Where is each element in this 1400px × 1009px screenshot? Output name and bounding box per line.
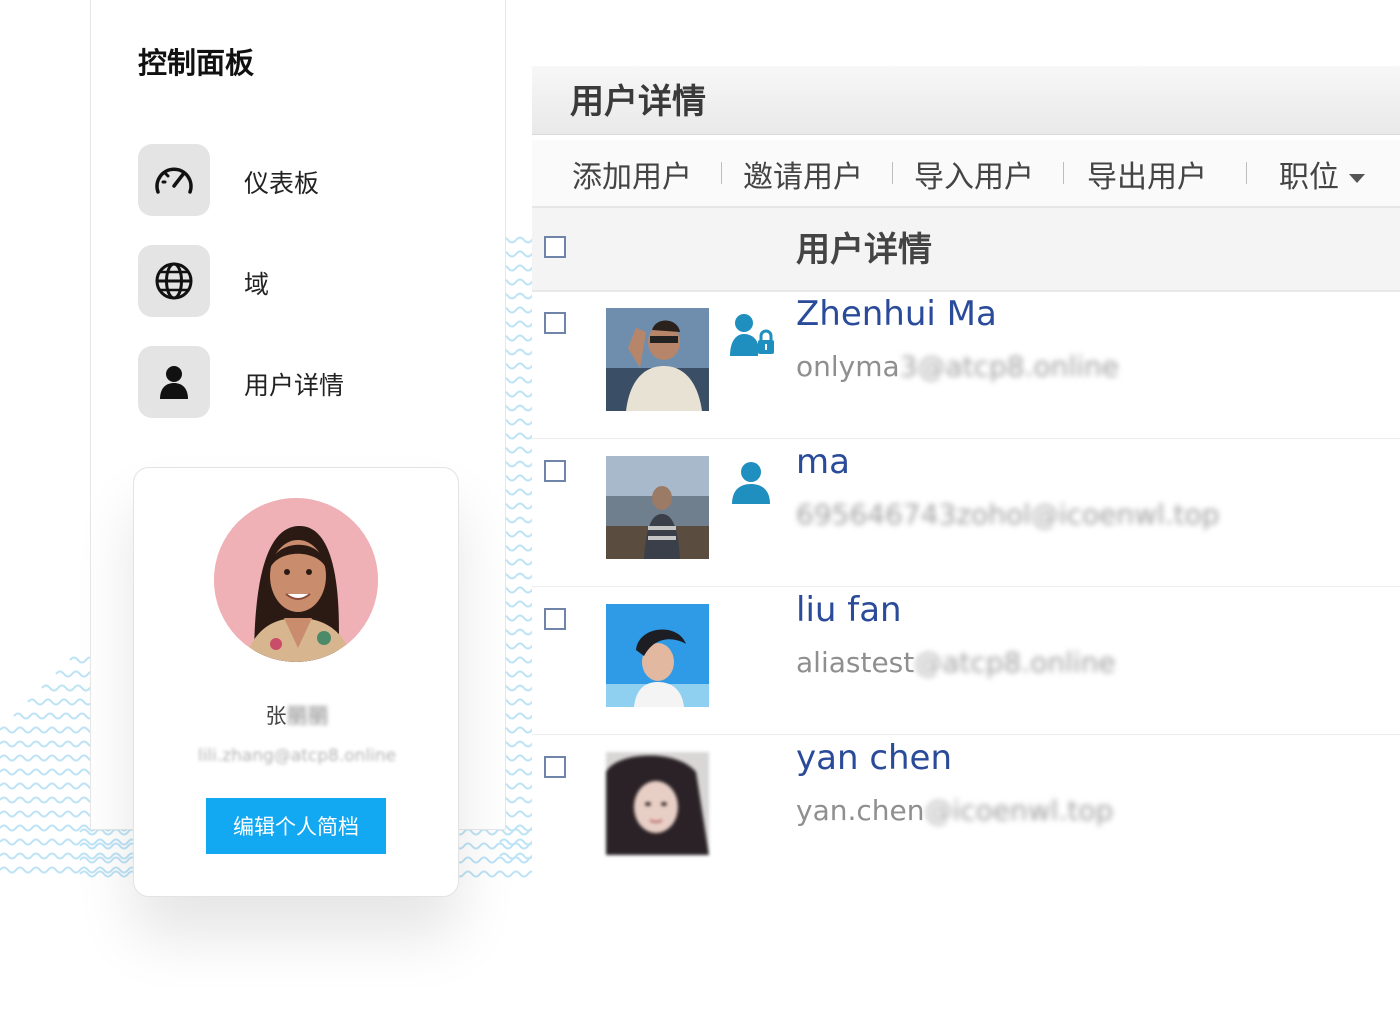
invite-user-button[interactable]: 邀请用户 [743, 152, 863, 196]
edit-profile-button[interactable]: 编辑个人简档 [206, 798, 386, 854]
sidebar-item-domain[interactable]: 域 [138, 245, 478, 317]
table-header-label: 用户详情 [796, 230, 932, 270]
globe-icon [138, 245, 210, 317]
table-row: liu fan aliastest@atcp8.online [532, 586, 1400, 735]
user-icon [138, 346, 210, 418]
sidebar-item-label: 仪表板 [244, 169, 320, 198]
sidebar-item-label: 域 [244, 270, 270, 299]
sidebar-item-user-details[interactable]: 用户详情 [138, 346, 478, 418]
user-details-panel: 用户详情 添加用户 邀请用户 导入用户 导出用户 职位 用户详情 Zhenhui… [532, 66, 1400, 1009]
row-checkbox[interactable] [544, 312, 566, 334]
user-email: onlyma3@atcp8.online [796, 350, 1119, 383]
position-dropdown[interactable]: 职位 [1279, 152, 1365, 196]
panel-header: 用户详情 [532, 66, 1400, 135]
user-name-link[interactable]: yan chen [796, 738, 952, 778]
row-checkbox[interactable] [544, 756, 566, 778]
sidebar-item-dashboard[interactable]: 仪表板 [138, 144, 478, 216]
position-dropdown-label: 职位 [1279, 160, 1339, 195]
row-checkbox[interactable] [544, 608, 566, 630]
user-icon [728, 460, 778, 506]
chevron-down-icon [1349, 174, 1365, 183]
toolbar-divider [1246, 162, 1247, 184]
toolbar-divider [721, 162, 722, 184]
profile-name-blurred: 丽丽 [286, 704, 329, 728]
user-name-link[interactable]: ma [796, 442, 850, 482]
page-title: 用户详情 [570, 82, 706, 122]
toolbar-divider [1063, 162, 1064, 184]
sidebar-item-label: 用户详情 [244, 371, 345, 400]
table-header: 用户详情 [532, 208, 1400, 292]
user-lock-icon [728, 312, 778, 358]
user-email-blurred: 3@atcp8.online [899, 350, 1119, 383]
user-email-visible: onlyma [796, 350, 900, 383]
user-email-visible: yan.chen [796, 794, 925, 827]
table-row: ma 695646743zohol@icoenwl.top [532, 438, 1400, 587]
profile-card: 张丽丽 lili.zhang@atcp8.online 编辑个人简档 [133, 467, 459, 897]
profile-name: 张丽丽 [134, 700, 460, 730]
user-email-blurred: @icoenwl.top [924, 794, 1114, 827]
user-email-blurred: @atcp8.online [914, 646, 1116, 679]
sidebar-title: 控制面板 [138, 46, 255, 80]
user-email: yan.chen@icoenwl.top [796, 794, 1113, 827]
user-name-link[interactable]: Zhenhui Ma [796, 294, 997, 334]
table-row: yan chen yan.chen@icoenwl.top [532, 734, 1400, 882]
avatar [214, 498, 378, 662]
user-photo [606, 752, 709, 855]
user-email-blurred: 695646743zohol@icoenwl.top [796, 498, 1220, 531]
add-user-button[interactable]: 添加用户 [572, 152, 692, 196]
user-email: 695646743zohol@icoenwl.top [796, 498, 1220, 531]
user-photo [606, 456, 709, 559]
export-users-button[interactable]: 导出用户 [1087, 152, 1207, 196]
user-email-visible: aliastest [796, 646, 915, 679]
user-email: aliastest@atcp8.online [796, 646, 1116, 679]
user-photo [606, 308, 709, 411]
import-users-button[interactable]: 导入用户 [914, 152, 1034, 196]
toolbar: 添加用户 邀请用户 导入用户 导出用户 职位 [532, 140, 1400, 208]
table-row: Zhenhui Ma onlyma3@atcp8.online [532, 290, 1400, 439]
select-all-checkbox[interactable] [544, 236, 566, 258]
user-name-link[interactable]: liu fan [796, 590, 902, 630]
profile-name-visible: 张 [265, 704, 287, 728]
speedometer-icon [138, 144, 210, 216]
row-checkbox[interactable] [544, 460, 566, 482]
profile-email: lili.zhang@atcp8.online [197, 746, 397, 766]
toolbar-divider [892, 162, 893, 184]
user-photo [606, 604, 709, 707]
